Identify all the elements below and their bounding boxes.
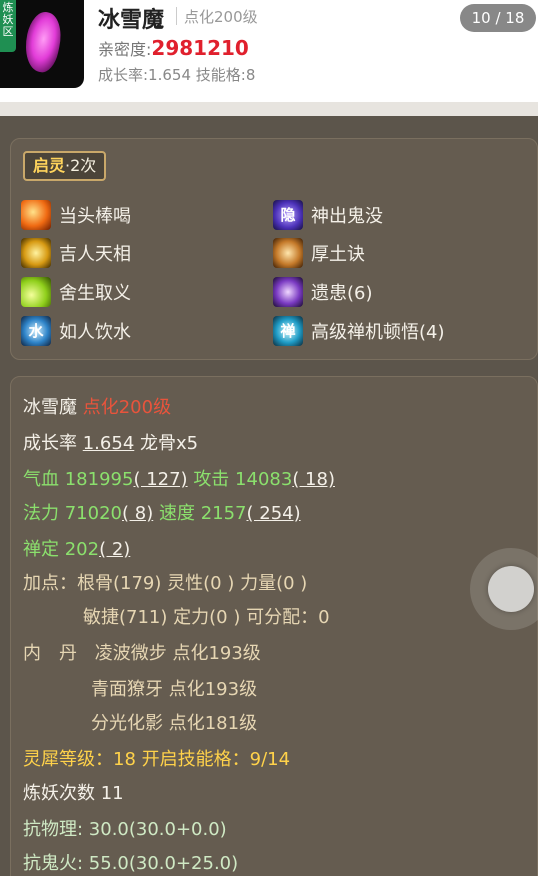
growth-summary: 成长率:1.654 技能格:8 [98,66,256,84]
spd-bonus[interactable]: ( 254) [247,503,301,524]
detail-pet-level: 点化200级 [82,397,172,418]
skill-item[interactable]: 隐 神出鬼没 [273,199,383,231]
hp-value: 181995 [64,469,134,490]
zen-label: 禅定 [23,539,59,560]
skill-item[interactable]: 当头棒喝 [21,199,131,231]
hp-bonus[interactable]: ( 127) [133,469,187,490]
rhino-level-row: 灵犀等级：18 开启技能格：9/14 [23,749,291,770]
atk-label: 攻击 [193,469,230,490]
water-glyph: 水 [28,322,44,340]
area-badge: 炼 妖 区 [0,0,16,52]
ghost-fire-resist-row: 抗鬼火: 55.0(30.0+25.0) [23,853,239,874]
zen-glyph: 禅 [280,322,296,340]
inner-core-row: 内 丹 凌波微步 点化193级 [23,639,261,665]
mp-bonus[interactable]: ( 8) [122,503,153,524]
pet-level: 点化200级 [184,8,258,26]
mp-value: 71020 [64,503,122,524]
zen-bonus[interactable]: ( 2) [99,539,130,560]
atk-value: 14083 [235,469,293,490]
skill-label: 舍生取义 [59,283,131,304]
spd-label: 速度 [158,503,195,524]
pet-avatar[interactable]: 炼 妖 区 [0,0,84,88]
skill-item[interactable]: 吉人天相 [21,237,131,269]
sacrifice-icon [21,277,51,307]
mp-spd-row: 法力 71020( 8) 速度 2157( 254) [23,499,301,525]
page-indicator: 10 / 18 [460,4,536,32]
stealth-icon: 隐 [273,200,303,230]
curse-icon [273,277,303,307]
physical-resist-row: 抗物理: 30.0(30.0+0.0) [23,819,227,840]
detail-pet-name: 冰雪魔 [23,397,77,418]
inner-core-item[interactable]: 分光化影 点化181级 [91,709,257,735]
stealth-glyph: 隐 [280,206,296,224]
skill-label: 神出鬼没 [311,206,383,227]
skill-label: 遗患(6) [311,283,373,304]
detail-name-row: 冰雪魔 点化200级 [23,393,171,419]
growth-value[interactable]: 1.654 [83,433,135,454]
golden-aura-icon [21,238,51,268]
skill-item[interactable]: 遗患(6) [273,276,373,308]
hp-atk-row: 气血 181995( 127) 攻击 14083( 18) [23,465,335,491]
pet-sprite [20,9,66,75]
dragon-bone: 龙骨x5 [140,433,199,454]
inner-core-item[interactable]: 青面獠牙 点化193级 [91,675,257,701]
header-divider [0,102,538,116]
pet-detail-panel: 冰雪魔 点化200级 成长率 1.654 龙骨x5 气血 181995( 127… [10,376,538,876]
zen-value: 202 [64,539,100,560]
skill-label: 吉人天相 [59,244,131,265]
skill-label: 高级禅机顿悟(4) [311,322,445,343]
skill-item[interactable]: 水 如人饮水 [21,315,131,347]
pet-header: 炼 妖 区 冰雪魔 点化200级 10 / 18 亲密度:2981210 成长率… [0,0,538,102]
skills-panel: 启灵·2次 当头棒喝 隐 神出鬼没 吉人天相 厚土诀 舍生取义 遗患(6) 水 … [10,138,538,360]
zen-icon: 禅 [273,316,303,346]
enlighten-badge: 启灵·2次 [23,151,107,181]
intimacy-row: 亲密度:2981210 [98,36,249,60]
hp-label: 气血 [23,469,59,490]
refine-count-row: 炼妖次数 11 [23,783,124,804]
name-separator [176,7,177,25]
intimacy-label: 亲密度: [98,40,152,59]
water-icon: 水 [21,316,51,346]
attribute-points-row-2: 敏捷(711) 定力(0 ) 可分配：0 [83,607,330,628]
enlighten-count: ·2次 [65,156,97,175]
enlighten-title: 启灵 [33,156,66,175]
skill-item[interactable]: 舍生取义 [21,276,131,308]
attribute-points-row: 加点：根骨(179) 灵性(0 ) 力量(0 ) [23,573,308,594]
earth-icon [273,238,303,268]
fire-burst-icon [21,200,51,230]
skill-label: 当头棒喝 [59,206,131,227]
skill-item[interactable]: 禅 高级禅机顿悟(4) [273,315,445,347]
skill-label: 厚土诀 [311,244,365,265]
inner-core-item[interactable]: 凌波微步 点化193级 [95,643,261,664]
growth-row: 成长率 1.654 龙骨x5 [23,429,198,455]
assist-button-core [488,566,534,612]
pet-name: 冰雪魔 [98,8,165,33]
zen-row: 禅定 202( 2) [23,535,130,561]
inner-core-label: 内 丹 [23,643,77,664]
spd-value: 2157 [200,503,247,524]
mp-label: 法力 [23,503,59,524]
intimacy-value: 2981210 [151,36,249,60]
atk-bonus[interactable]: ( 18) [292,469,335,490]
growth-label: 成长率 [23,433,77,454]
skill-label: 如人饮水 [59,322,131,343]
skill-item[interactable]: 厚土诀 [273,237,365,269]
